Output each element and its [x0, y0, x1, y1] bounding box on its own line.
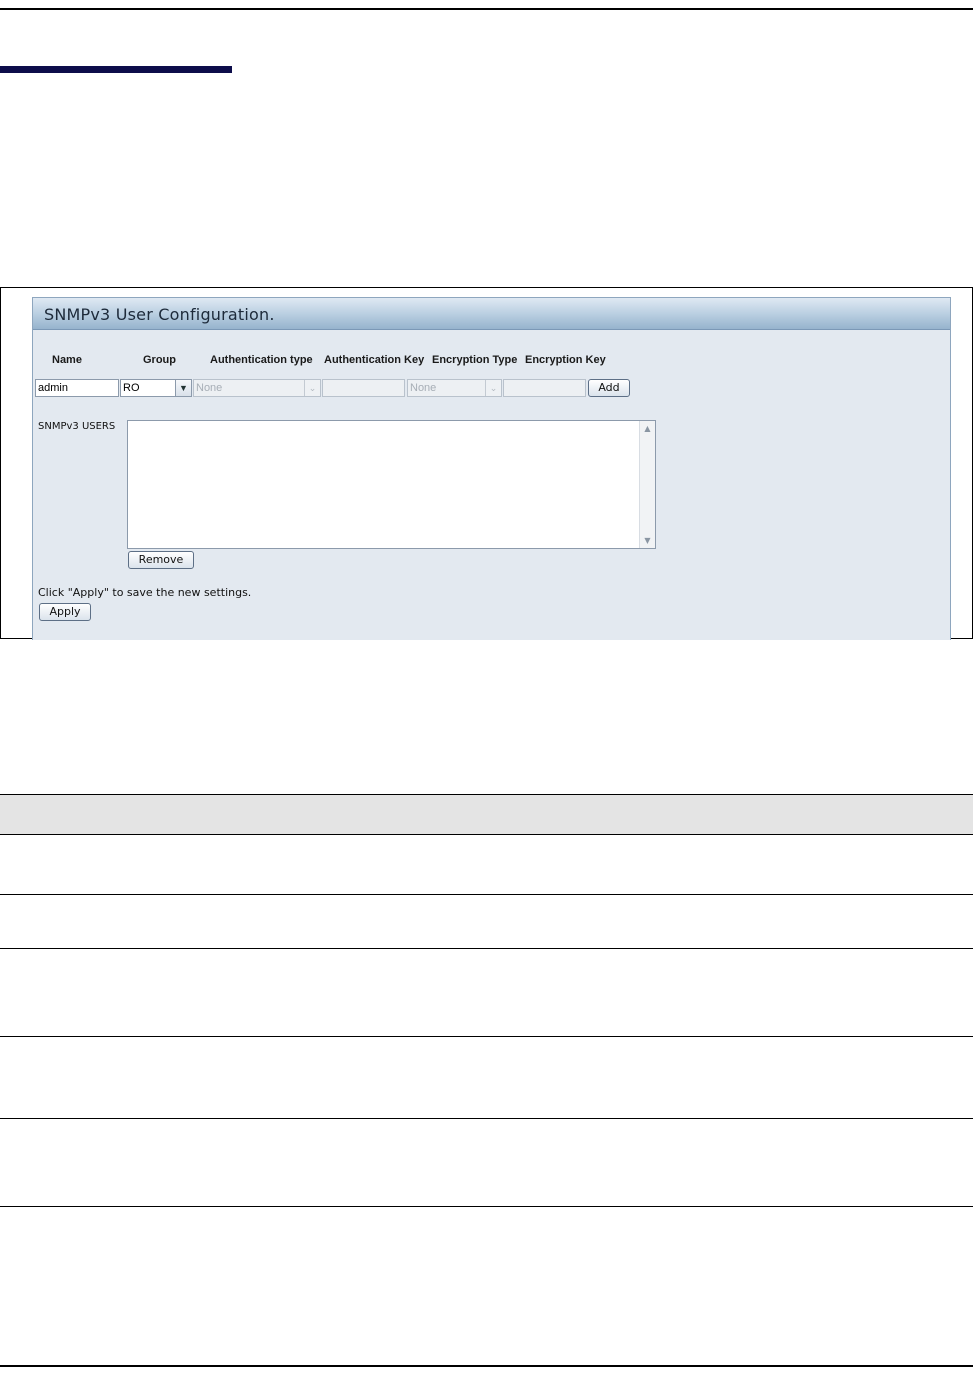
enc-type-select-value: None: [410, 382, 437, 394]
description-table-header: [0, 794, 973, 835]
enc-type-select[interactable]: None ⌄: [407, 379, 502, 397]
auth-key-input[interactable]: [322, 379, 405, 397]
panel-header: SNMPv3 User Configuration.: [33, 298, 950, 330]
chevron-down-icon: ▼: [175, 380, 191, 396]
arrow-down-icon[interactable]: ▼: [640, 533, 655, 548]
snmpv3-user-panel: SNMPv3 User Configuration. Name Group Au…: [32, 297, 951, 640]
column-header-auth-type: Authentication type: [210, 354, 313, 366]
group-select-value: RO: [123, 382, 140, 394]
apply-button[interactable]: Apply: [39, 603, 91, 621]
panel-title: SNMPv3 User Configuration.: [44, 305, 275, 324]
table-row: [0, 835, 973, 895]
remove-button[interactable]: Remove: [128, 551, 194, 569]
name-input-value: admin: [38, 382, 68, 394]
apply-note: Click "Apply" to save the new settings.: [38, 586, 252, 599]
table-row: [0, 1037, 973, 1119]
enc-key-input[interactable]: [503, 379, 586, 397]
group-select[interactable]: RO ▼: [120, 379, 192, 397]
chevron-down-icon: ⌄: [304, 380, 320, 396]
page-bottom-rule: [0, 1365, 973, 1367]
chevron-down-icon: ⌄: [485, 380, 501, 396]
table-row: [0, 1119, 973, 1207]
screenshot-figure: SNMPv3 User Configuration. Name Group Au…: [0, 287, 973, 640]
snmpv3-users-label: SNMPv3 USERS: [38, 421, 116, 432]
auth-type-select[interactable]: None ⌄: [193, 379, 321, 397]
table-row: [0, 949, 973, 1037]
page-top-rule: [0, 8, 973, 10]
column-header-enc-key: Encryption Key: [525, 354, 606, 366]
arrow-up-icon[interactable]: ▲: [640, 421, 655, 436]
name-input[interactable]: admin: [35, 379, 119, 397]
column-header-name: Name: [52, 354, 82, 366]
column-header-group: Group: [143, 354, 176, 366]
add-button[interactable]: Add: [588, 379, 630, 397]
section-heading-bar: [0, 66, 232, 73]
column-header-enc-type: Encryption Type: [432, 354, 518, 366]
snmpv3-users-list[interactable]: ▲ ▼: [127, 420, 656, 549]
auth-type-select-value: None: [196, 382, 223, 394]
column-header-auth-key: Authentication Key: [324, 354, 425, 366]
users-list-scrollbar[interactable]: ▲ ▼: [639, 421, 655, 548]
table-row: [0, 895, 973, 949]
